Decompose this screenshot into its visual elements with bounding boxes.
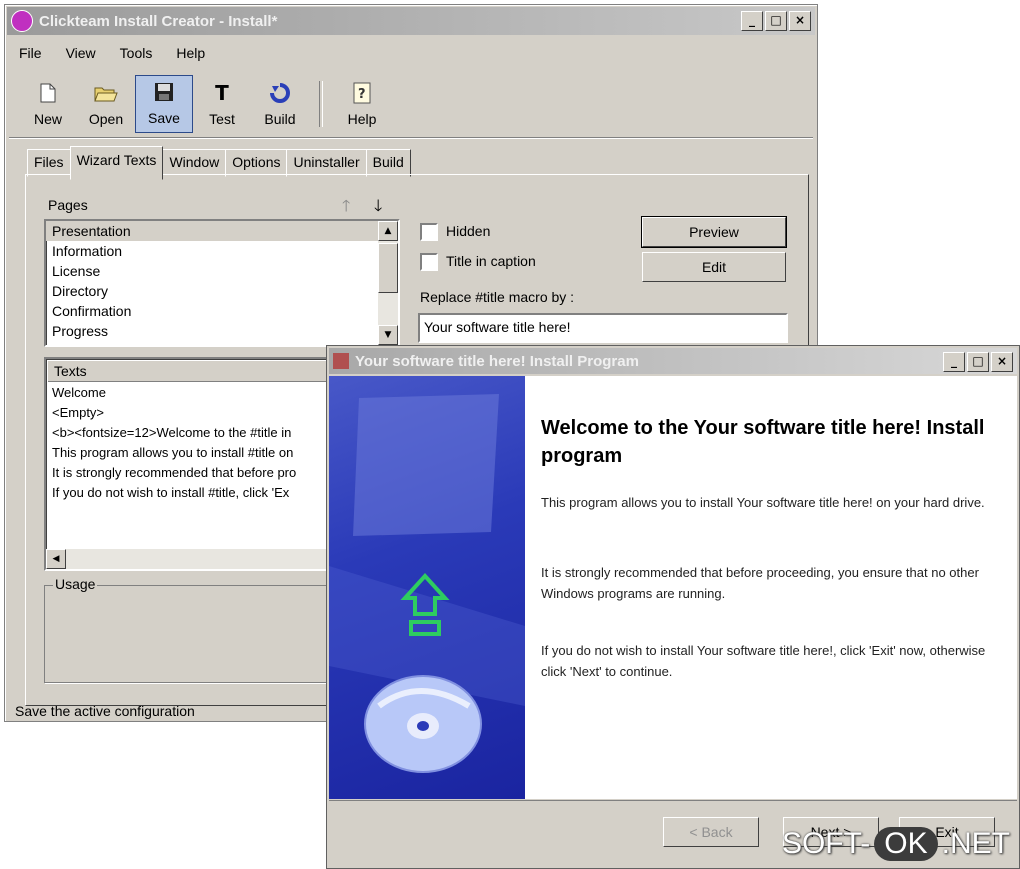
- tabstrip: Files Wizard Texts Window Options Uninst…: [27, 146, 411, 180]
- save-disk-icon: [154, 78, 174, 106]
- new-button[interactable]: New: [19, 75, 77, 133]
- app-logo-icon: [11, 10, 33, 32]
- list-item[interactable]: Information: [46, 241, 398, 261]
- new-document-icon: [40, 79, 56, 107]
- preview-button[interactable]: Preview: [641, 216, 787, 248]
- exit-paragraph: If you do not wish to install Your softw…: [541, 643, 986, 679]
- tab-uninstaller[interactable]: Uninstaller: [286, 149, 367, 177]
- welcome-heading: Welcome to the Your software title here!…: [541, 417, 985, 467]
- help-question-icon: ?: [353, 79, 371, 107]
- open-button[interactable]: Open: [77, 75, 135, 133]
- menu-tools[interactable]: Tools: [110, 41, 167, 67]
- hidden-checkbox[interactable]: [420, 223, 438, 241]
- scroll-up-icon[interactable]: ▲: [378, 221, 398, 241]
- help-label: Help: [347, 111, 377, 127]
- close-button[interactable]: ×: [789, 11, 811, 31]
- pages-label: Pages: [48, 197, 88, 213]
- usage-label: Usage: [53, 576, 98, 592]
- edit-button[interactable]: Edit: [642, 252, 786, 282]
- toolbar: New Open Save T Test Build ? Help: [19, 75, 391, 133]
- build-arrow-icon: [269, 79, 291, 107]
- list-item[interactable]: Confirmation: [46, 301, 398, 321]
- maximize-button[interactable]: □: [765, 11, 787, 31]
- main-window-title: Clickteam Install Creator - Install*: [39, 12, 278, 30]
- back-button[interactable]: < Back: [663, 817, 759, 847]
- watermark-ok: OK: [874, 827, 938, 861]
- warning-paragraph: It is strongly recommended that before p…: [541, 565, 979, 601]
- cd-disc-icon: [364, 675, 482, 773]
- tab-options[interactable]: Options: [225, 149, 288, 177]
- tab-window[interactable]: Window: [162, 149, 227, 177]
- minimize-button[interactable]: _: [943, 352, 965, 372]
- test-T-icon: T: [215, 81, 229, 105]
- menu-view[interactable]: View: [56, 41, 110, 67]
- test-label: Test: [209, 111, 235, 127]
- watermark-right: .NET: [941, 827, 1010, 860]
- hidden-label: Hidden: [446, 223, 491, 239]
- menu-help[interactable]: Help: [166, 41, 219, 67]
- installer-content: Welcome to the Your software title here!…: [525, 376, 1017, 799]
- list-item[interactable]: Directory: [46, 281, 398, 301]
- watermark: SOFT- OK .NET: [782, 827, 1010, 861]
- main-window-controls: _ □ ×: [741, 11, 811, 31]
- title-in-caption-checkbox[interactable]: [420, 253, 438, 271]
- replace-title-label: Replace #title macro by :: [420, 289, 575, 305]
- installer-app-icon: [333, 353, 349, 369]
- tab-wizard-texts[interactable]: Wizard Texts: [69, 146, 164, 180]
- scroll-left-icon[interactable]: ◀: [46, 549, 66, 569]
- save-button[interactable]: Save: [135, 75, 193, 133]
- new-label: New: [33, 111, 62, 127]
- build-button[interactable]: Build: [251, 75, 309, 133]
- list-item[interactable]: Progress: [46, 321, 398, 341]
- list-item[interactable]: Presentation: [46, 221, 398, 241]
- tab-files[interactable]: Files: [27, 149, 71, 177]
- save-label: Save: [148, 110, 180, 126]
- toolbar-divider: [9, 137, 813, 139]
- test-button[interactable]: T Test: [193, 75, 251, 133]
- close-button[interactable]: ×: [991, 352, 1013, 372]
- installer-window-controls: _ □ ×: [943, 352, 1013, 372]
- open-label: Open: [88, 111, 124, 127]
- scroll-thumb[interactable]: [378, 243, 398, 293]
- move-down-arrow-icon[interactable]: 🡓: [374, 195, 382, 222]
- intro-paragraph: This program allows you to install Your …: [541, 495, 985, 510]
- watermark-left: SOFT-: [781, 827, 871, 860]
- minimize-button[interactable]: _: [741, 11, 763, 31]
- installer-side-banner: [329, 376, 525, 799]
- build-label: Build: [264, 111, 296, 127]
- pages-scrollbar[interactable]: ▲ ▼: [378, 221, 398, 345]
- list-item[interactable]: License: [46, 261, 398, 281]
- pages-list[interactable]: Presentation Information License Directo…: [44, 219, 400, 347]
- svg-text:?: ?: [358, 87, 366, 102]
- replace-title-input[interactable]: Your software title here!: [418, 313, 788, 343]
- installer-titlebar[interactable]: Your software title here! Install Progra…: [329, 348, 1017, 374]
- toolbar-separator: [319, 81, 323, 127]
- title-in-caption-label: Title in caption: [446, 253, 536, 269]
- scroll-down-icon[interactable]: ▼: [378, 325, 398, 345]
- main-titlebar[interactable]: Clickteam Install Creator - Install* _ □…: [7, 7, 815, 35]
- installer-title: Your software title here! Install Progra…: [355, 352, 639, 370]
- menubar: File View Tools Help: [9, 41, 219, 67]
- installer-window: Your software title here! Install Progra…: [326, 345, 1020, 869]
- help-button[interactable]: ? Help: [333, 75, 391, 133]
- menu-file[interactable]: File: [9, 41, 56, 67]
- maximize-button[interactable]: □: [967, 352, 989, 372]
- open-folder-icon: [94, 79, 118, 107]
- tab-build[interactable]: Build: [365, 149, 411, 177]
- move-up-arrow-icon[interactable]: 🡑: [342, 195, 350, 222]
- banner-artwork: [329, 394, 525, 773]
